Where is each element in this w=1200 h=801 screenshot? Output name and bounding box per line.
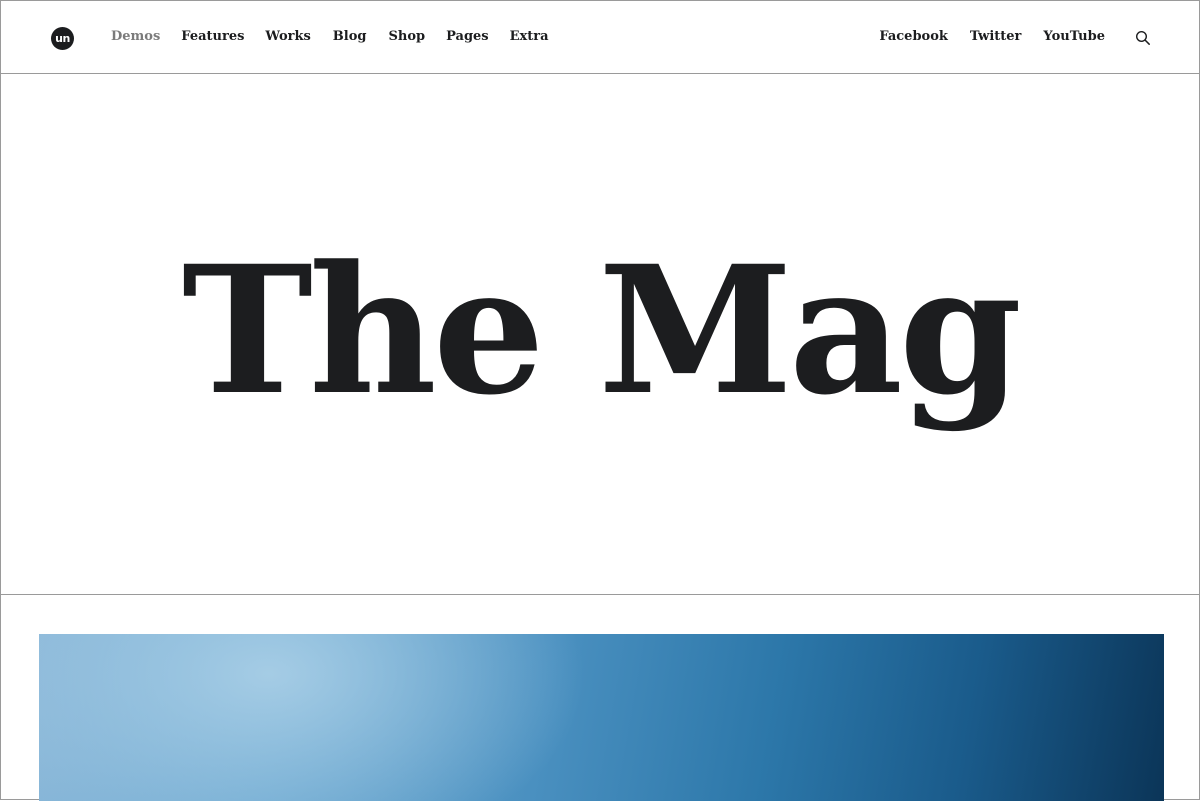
primary-menu: Demos Features Works Blog Shop Pages Ext… — [111, 29, 571, 45]
top-navigation-bar: un Demos Features Works Blog Shop Pages … — [1, 1, 1199, 74]
nav-item-pages[interactable]: Pages — [446, 29, 489, 45]
nav-item-works[interactable]: Works — [265, 29, 310, 45]
featured-image[interactable] — [39, 634, 1164, 801]
social-link-youtube[interactable]: YouTube — [1043, 29, 1105, 45]
nav-item-features[interactable]: Features — [181, 29, 244, 45]
social-link-facebook[interactable]: Facebook — [879, 29, 948, 45]
nav-item-demos[interactable]: Demos — [111, 29, 160, 45]
nav-item-blog[interactable]: Blog — [333, 29, 367, 45]
search-button[interactable] — [1135, 30, 1151, 46]
site-title: The Mag — [181, 227, 1022, 434]
nav-item-extra[interactable]: Extra — [510, 29, 549, 45]
site-logo[interactable]: un — [51, 27, 74, 50]
page-frame: un Demos Features Works Blog Shop Pages … — [0, 0, 1200, 801]
search-icon — [1135, 30, 1150, 45]
social-menu: Facebook Twitter YouTube — [857, 29, 1105, 45]
nav-item-shop[interactable]: Shop — [388, 29, 425, 45]
social-link-twitter[interactable]: Twitter — [970, 29, 1022, 45]
hero-section: The Mag — [1, 75, 1199, 595]
